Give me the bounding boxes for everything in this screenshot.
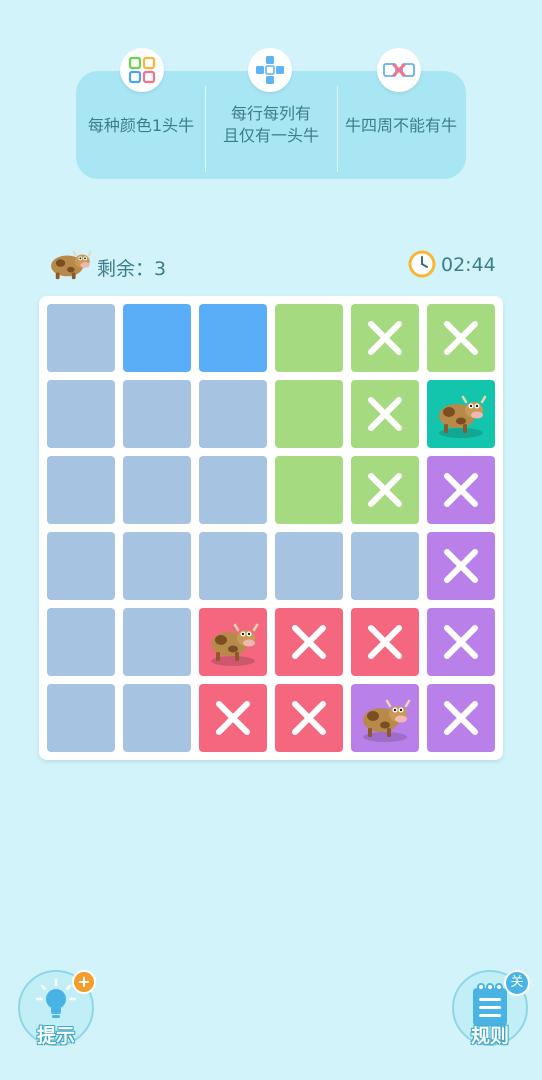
cross-mark-icon <box>365 470 405 510</box>
board-cell[interactable] <box>123 456 191 524</box>
remaining-count: 剩余：3 <box>97 258 167 280</box>
board-cell[interactable] <box>427 684 495 752</box>
four-colors-icon <box>120 48 164 92</box>
board-cell[interactable] <box>123 608 191 676</box>
cross-mark-icon <box>213 698 253 738</box>
rule-text-one-per-color: 每种颜色1头牛 <box>87 116 195 135</box>
clock-icon <box>408 250 436 278</box>
board-cell[interactable] <box>47 380 115 448</box>
hint-label: 提示 <box>36 1025 75 1047</box>
status-bar: 剩余：3 02:44 <box>0 246 542 284</box>
board-cell[interactable] <box>275 684 343 752</box>
game-board <box>39 296 503 760</box>
board-cell[interactable] <box>47 684 115 752</box>
hint-badge: + <box>72 970 96 994</box>
board-cell[interactable] <box>123 684 191 752</box>
cow-icon <box>357 692 413 744</box>
board-cell[interactable] <box>427 608 495 676</box>
board-cell[interactable] <box>351 608 419 676</box>
rule-text-one-per-row-column: 每行每列有 且仅有一头牛 <box>222 104 319 145</box>
board-cell[interactable] <box>123 380 191 448</box>
cross-mark-icon <box>441 318 481 358</box>
rules-badge: 关 <box>504 970 530 996</box>
board-cell[interactable] <box>47 456 115 524</box>
board-cell[interactable] <box>199 380 267 448</box>
cross-mark-icon <box>441 622 481 662</box>
board-cell[interactable] <box>47 608 115 676</box>
board-cell[interactable] <box>199 304 267 372</box>
board-cell[interactable] <box>427 456 495 524</box>
board-cell[interactable] <box>351 532 419 600</box>
board-cell[interactable] <box>199 532 267 600</box>
cross-mark-icon <box>365 318 405 358</box>
cow-icon <box>51 250 92 280</box>
board-cell[interactable] <box>199 608 267 676</box>
board-cell[interactable] <box>47 532 115 600</box>
board-cell[interactable] <box>351 684 419 752</box>
board-cell[interactable] <box>427 304 495 372</box>
row-column-icon <box>248 48 292 92</box>
timer: 02:44 <box>441 254 496 276</box>
no-adjacent-icon <box>377 48 421 92</box>
cross-mark-icon <box>365 394 405 434</box>
cross-mark-icon <box>365 622 405 662</box>
cross-mark-icon <box>289 698 329 738</box>
rules-button[interactable]: 关 规则 <box>452 970 530 1047</box>
board-cell[interactable] <box>275 456 343 524</box>
board-cell[interactable] <box>199 684 267 752</box>
cow-icon <box>433 388 489 440</box>
board-cell[interactable] <box>47 304 115 372</box>
board-cell[interactable] <box>275 304 343 372</box>
board-cell[interactable] <box>351 304 419 372</box>
board-cell[interactable] <box>351 456 419 524</box>
rule-text-no-adjacent: 牛四周不能有牛 <box>344 116 457 135</box>
board-cell[interactable] <box>427 532 495 600</box>
rules-label: 规则 <box>470 1025 509 1047</box>
board-cell[interactable] <box>275 608 343 676</box>
hint-button[interactable]: + 提示 <box>18 970 96 1047</box>
board-cell[interactable] <box>199 456 267 524</box>
board-cell[interactable] <box>275 380 343 448</box>
board-cell[interactable] <box>123 532 191 600</box>
board-cell[interactable] <box>275 532 343 600</box>
cross-mark-icon <box>441 546 481 586</box>
cross-mark-icon <box>289 622 329 662</box>
cross-mark-icon <box>441 470 481 510</box>
board-cell[interactable] <box>427 380 495 448</box>
board-cell[interactable] <box>351 380 419 448</box>
cow-icon <box>205 616 261 668</box>
cross-mark-icon <box>441 698 481 738</box>
board-cell[interactable] <box>123 304 191 372</box>
